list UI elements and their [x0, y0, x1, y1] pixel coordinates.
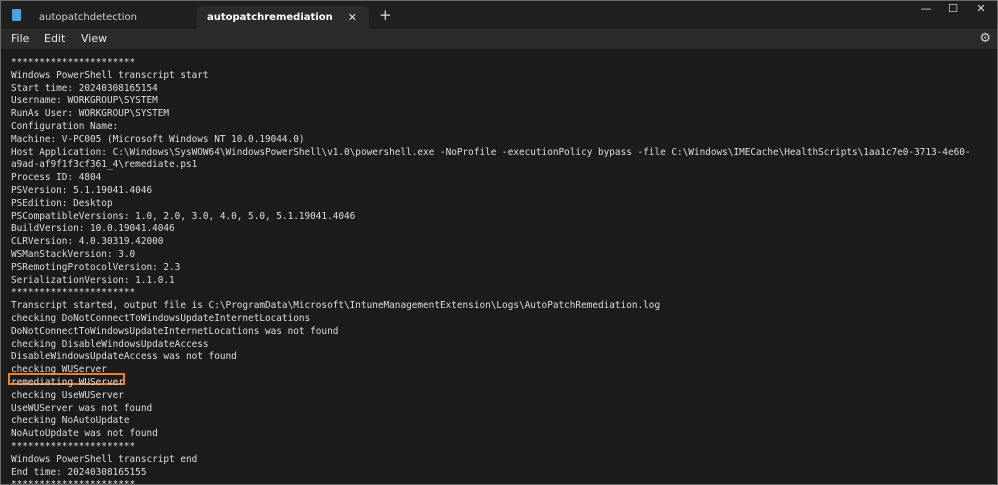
text-line: DoNotConnectToWindowsUpdateInternetLocat…: [11, 325, 339, 337]
text-line: PSCompatibleVersions: 1.0, 2.0, 3.0, 4.0…: [11, 210, 356, 222]
text-line: BuildVersion: 10.0.19041.4046: [11, 223, 175, 235]
text-line: a9ad-af9f1f3cf361_4\remediate.ps1: [11, 159, 198, 171]
tab-autopatchdetection[interactable]: autopatchdetection: [25, 6, 197, 29]
text-line: NoAutoUpdate was not found: [11, 428, 158, 440]
text-line: Username: WORKGROUP\SYSTEM: [11, 95, 158, 107]
text-line: SerializationVersion: 1.1.0.1: [11, 274, 175, 286]
text-line: checking WUServer: [11, 364, 107, 376]
text-line: Process ID: 4804: [11, 172, 102, 184]
text-line: checking DoNotConnectToWindowsUpdateInte…: [11, 313, 311, 324]
text-line: Transcript started, output file is C:\Pr…: [11, 300, 661, 312]
tab-bar: autopatchdetection autopatchremediation …: [1, 1, 997, 29]
text-line: **********************: [11, 287, 136, 299]
text-line: **********************: [11, 479, 136, 485]
minimize-button[interactable]: —: [911, 1, 941, 17]
text-line: checking UseWUServer: [11, 389, 124, 401]
text-line: Windows PowerShell transcript start: [11, 69, 209, 81]
text-line: RunAs User: WORKGROUP\SYSTEM: [11, 108, 170, 120]
menu-bar: File Edit View ⚙: [1, 29, 997, 49]
settings-gear-icon[interactable]: ⚙: [979, 30, 991, 48]
text-line: Start time: 20240308165154: [11, 82, 158, 94]
new-tab-button[interactable]: +: [379, 5, 392, 25]
menu-file[interactable]: File: [11, 29, 29, 49]
menu-edit[interactable]: Edit: [44, 29, 65, 49]
close-window-button[interactable]: ✕: [966, 1, 996, 17]
text-line: WSManStackVersion: 3.0: [11, 249, 136, 260]
text-line: **********************: [11, 441, 136, 452]
tab-autopatchremediation[interactable]: autopatchremediation ✕: [197, 6, 369, 29]
text-line: PSVersion: 5.1.19041.4046: [11, 185, 153, 196]
text-line: Windows PowerShell transcript end: [11, 453, 198, 465]
text-line: remediating WUServer: [11, 377, 124, 388]
text-line: CLRVersion: 4.0.30319.42000: [11, 236, 164, 248]
text-line: End time: 20240308165155: [11, 466, 147, 478]
text-line: Host Application: C:\Windows\SysWOW64\Wi…: [11, 146, 971, 158]
text-editor-area[interactable]: ********************** Windows PowerShell…: [1, 49, 997, 484]
notepad-app-icon: [12, 9, 21, 21]
maximize-button[interactable]: ☐: [938, 1, 968, 17]
text-line: Machine: V-PC005 (Microsoft Windows NT 1…: [11, 133, 305, 145]
notepad-window: autopatchdetection autopatchremediation …: [0, 0, 998, 485]
text-line: UseWUServer was not found: [11, 402, 153, 414]
tab-label: autopatchdetection: [39, 12, 137, 23]
text-line: PSRemotingProtocolVersion: 2.3: [11, 261, 181, 273]
text-line: Configuration Name:: [11, 121, 119, 132]
menu-view[interactable]: View: [81, 29, 107, 49]
text-line: DisableWindowsUpdateAccess was not found: [11, 351, 237, 363]
text-line: PSEdition: Desktop: [11, 197, 113, 209]
text-line: **********************: [11, 57, 136, 68]
text-line: checking NoAutoUpdate: [11, 415, 130, 427]
text-line: checking DisableWindowsUpdateAccess: [11, 338, 209, 350]
tab-label: autopatchremediation: [207, 12, 333, 23]
close-tab-icon[interactable]: ✕: [348, 6, 357, 29]
